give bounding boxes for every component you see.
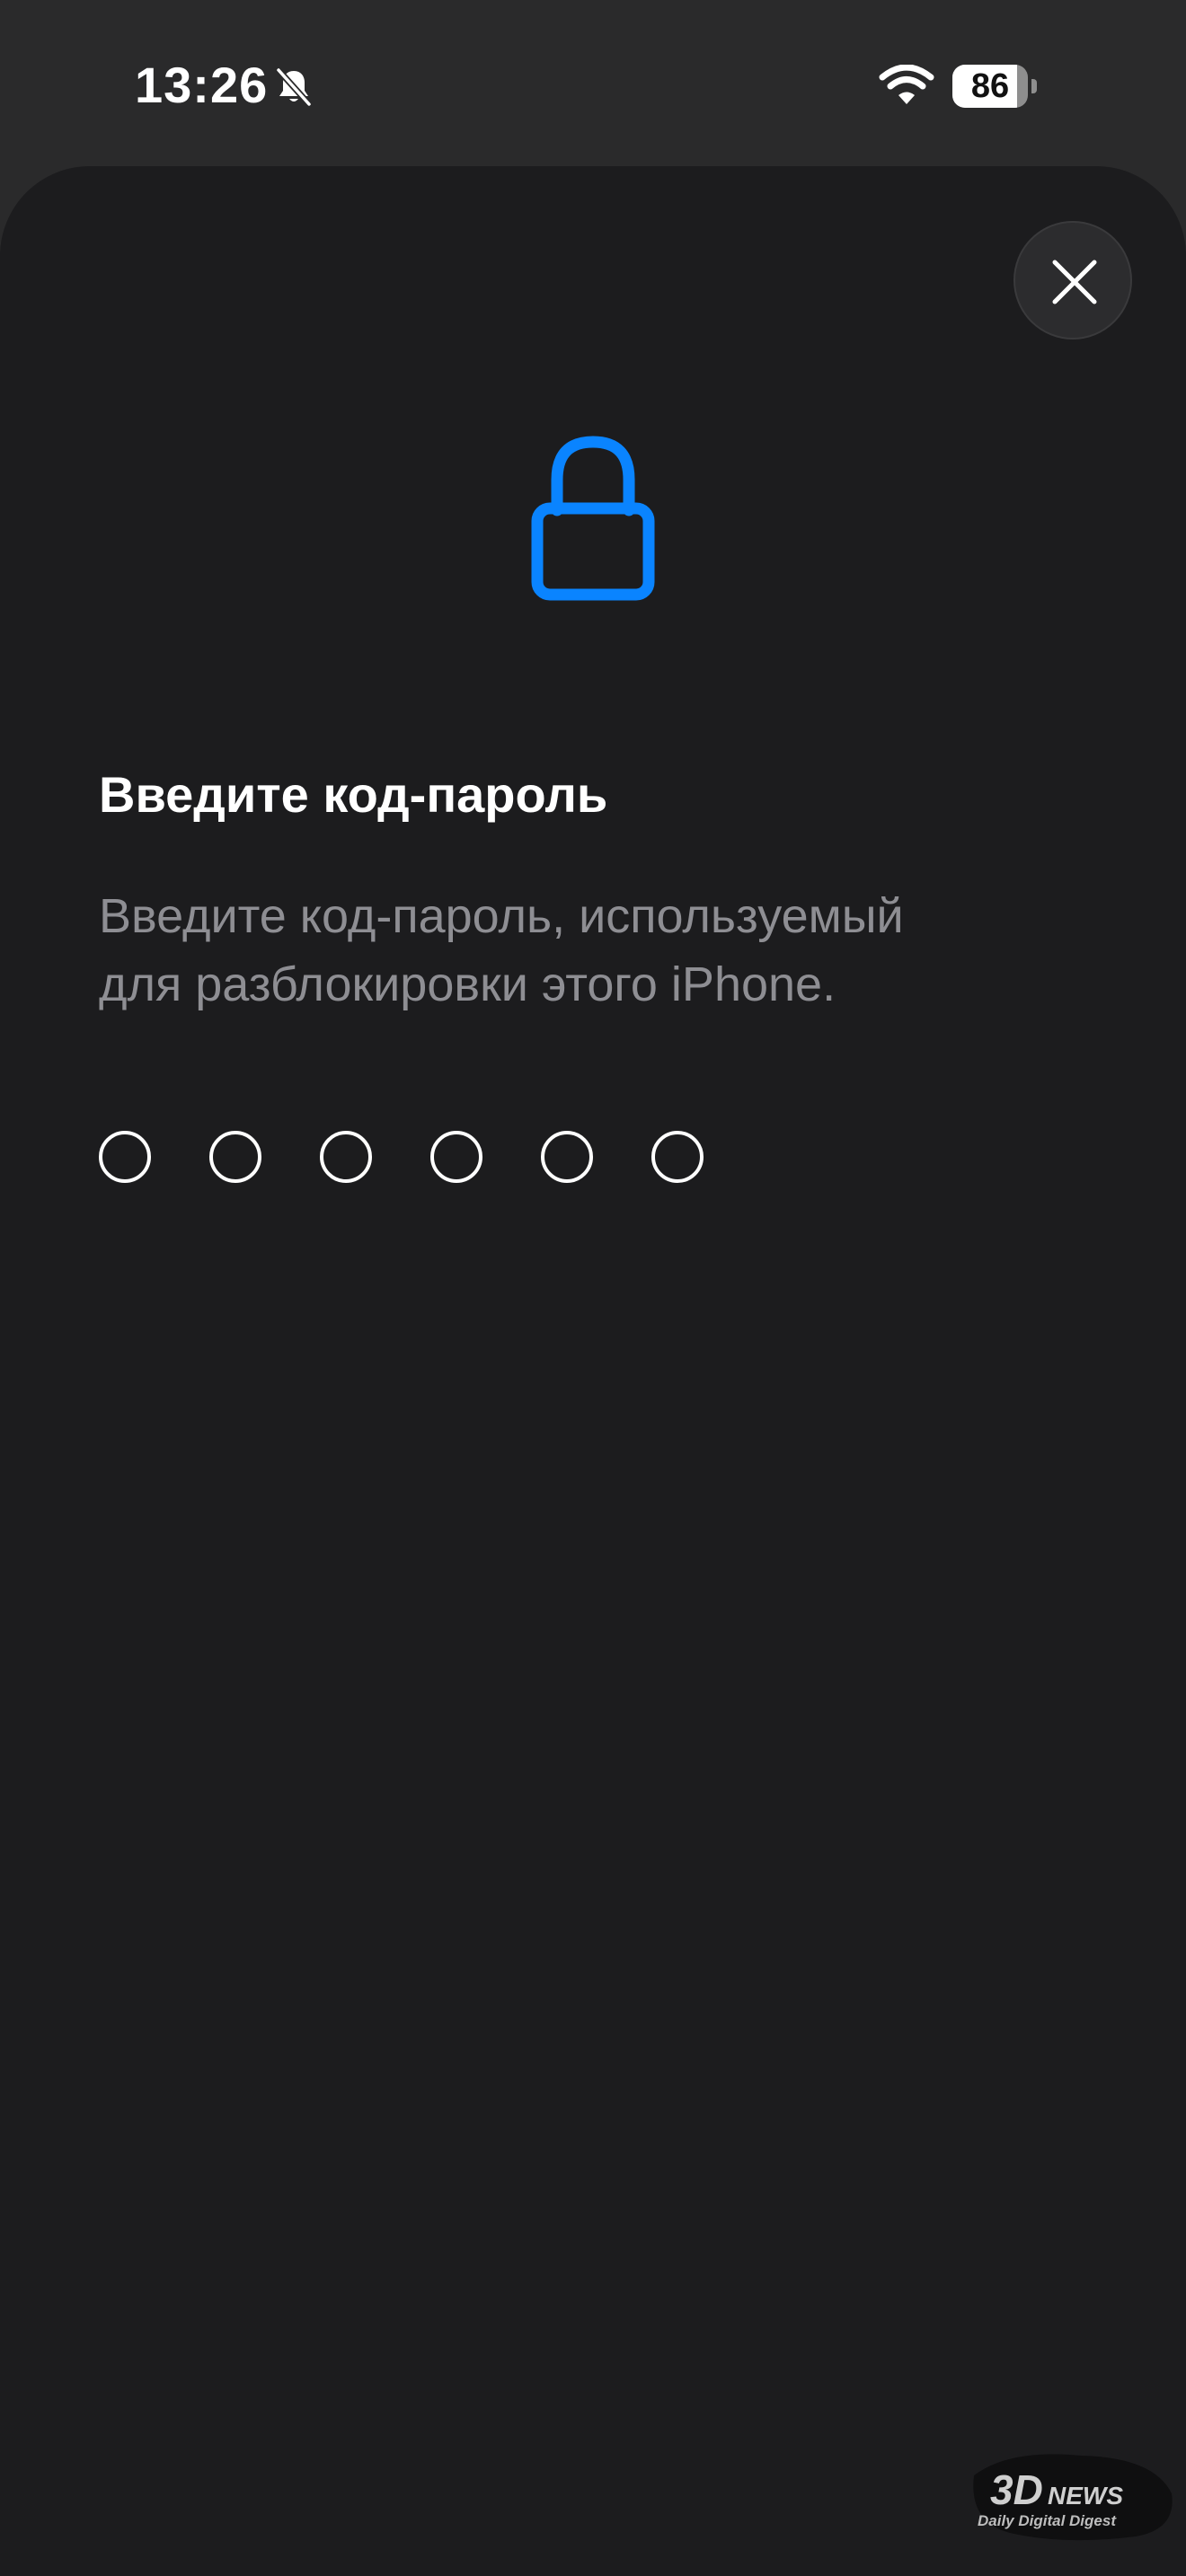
subtitle-line: для разблокировки этого iPhone. — [99, 957, 836, 1011]
wifi-icon — [879, 65, 934, 104]
page-title: Введите код-пароль — [99, 766, 608, 823]
passcode-dot — [209, 1131, 261, 1183]
passcode-dot — [320, 1131, 372, 1183]
screen: 13:26 86 Введите код-пароль Введите код-… — [0, 0, 1186, 2576]
passcode-dot — [430, 1131, 482, 1183]
close-button[interactable] — [1013, 221, 1132, 340]
subtitle-line: Введите код-пароль, используемый — [99, 889, 904, 943]
watermark-logo: 3D NEWS Daily Digital Digest — [973, 2454, 1173, 2541]
bell-slash-icon — [276, 67, 312, 107]
battery-tip — [1031, 79, 1037, 93]
svg-text:Daily Digital Digest: Daily Digital Digest — [978, 2512, 1117, 2529]
svg-text:NEWS: NEWS — [1048, 2482, 1123, 2510]
lock-icon — [531, 436, 655, 601]
passcode-dot — [651, 1131, 704, 1183]
battery-body: 86 — [952, 65, 1028, 108]
passcode-dot — [541, 1131, 593, 1183]
battery-icon: 86 — [952, 65, 1037, 108]
status-bar: 13:26 86 — [0, 0, 1186, 166]
passcode-input[interactable] — [99, 1131, 728, 1185]
svg-text:3D: 3D — [990, 2466, 1043, 2513]
passcode-dot — [99, 1131, 151, 1183]
status-time: 13:26 — [135, 57, 269, 113]
battery-level: 86 — [970, 67, 1010, 105]
page-subtitle: Введите код-пароль, используемый для раз… — [99, 882, 1087, 1019]
close-icon — [1052, 260, 1097, 304]
